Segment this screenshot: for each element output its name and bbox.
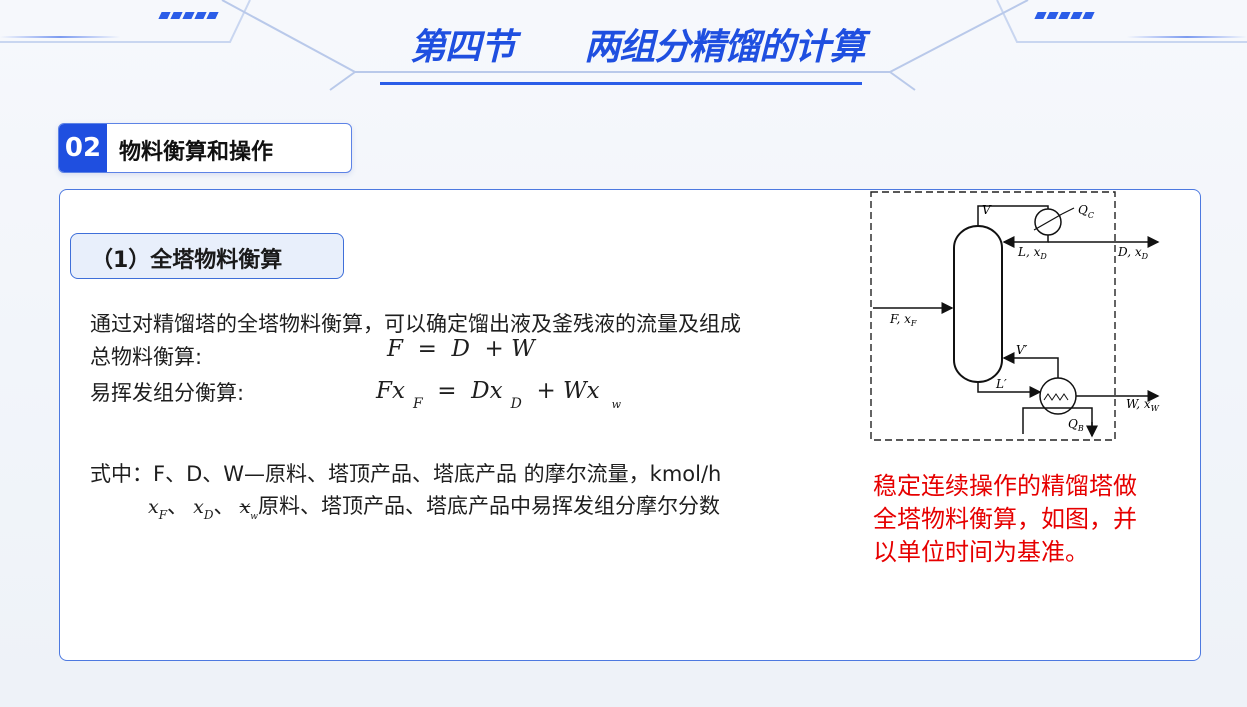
bottoms-line bbox=[977, 382, 1042, 398]
column-shell bbox=[953, 225, 1003, 383]
label-d-xd-main: D, x bbox=[1117, 245, 1142, 259]
section-title: 物料衡算和操作 bbox=[119, 140, 274, 165]
label-qb-main: Q bbox=[1068, 417, 1078, 431]
label-w-xw-sub: W bbox=[1151, 404, 1160, 413]
symbol-xw-sub: w bbox=[250, 512, 259, 522]
symbol-xd: x bbox=[193, 496, 204, 518]
section-tab: 02 物料衡算和操作 bbox=[58, 123, 352, 173]
label-w-xw: W, xW bbox=[1126, 397, 1160, 413]
eq-term-wx: + Wx bbox=[521, 378, 600, 404]
label-qb: QB bbox=[1068, 417, 1084, 433]
separator-2: 、 bbox=[213, 494, 235, 518]
distillation-column-diagram: V QC L, xD D, xD F, xF V′ L′ W, xW QB bbox=[868, 190, 1168, 449]
total-balance-label: 总物料衡算: bbox=[90, 345, 203, 369]
label-d-xd: D, xD bbox=[1117, 245, 1149, 261]
label-v: V bbox=[982, 203, 992, 217]
label-l-prime: L′ bbox=[995, 377, 1007, 391]
header-bar: 第四节 两组分精馏的计算 bbox=[0, 0, 1247, 95]
label-l-xd-sub: D bbox=[1039, 252, 1047, 261]
label-qc-main: Q bbox=[1078, 203, 1088, 217]
symbol-xw: x bbox=[239, 496, 251, 518]
label-l-xd: L, xD bbox=[1017, 245, 1047, 261]
subsection-title: （1）全塔物料衡算 bbox=[91, 248, 283, 273]
volatile-balance-label: 易挥发组分衡算: bbox=[90, 381, 245, 405]
symbol-xf-sub: F bbox=[158, 508, 168, 522]
eq-sub-d: D bbox=[510, 396, 522, 412]
label-qb-sub: B bbox=[1077, 424, 1084, 433]
subsection-tab: （1）全塔物料衡算 bbox=[70, 233, 344, 279]
definition-line-1: 式中：F、D、W—原料、塔顶产品、塔底产品 的摩尔流量，kmol/h bbox=[90, 462, 722, 486]
total-balance-equation: F = D + W bbox=[387, 336, 535, 362]
label-f-xf-main: F, x bbox=[889, 312, 911, 326]
note-line-2: 全塔物料衡算，如图，并 bbox=[873, 505, 1137, 533]
definition-line-2: xF、 xD、 xw原料、塔顶产品、塔底产品中易挥发组分摩尔分数 bbox=[148, 490, 721, 522]
label-f-xf: F, xF bbox=[889, 312, 917, 328]
symbol-xd-sub: D bbox=[203, 508, 214, 522]
volatile-balance-equation: Fx F = Dx D + Wx w bbox=[376, 378, 621, 412]
label-l-xd-main: L, x bbox=[1017, 245, 1041, 259]
intro-text: 通过对精馏塔的全塔物料衡算，可以确定馏出液及釜残液的流量及组成 bbox=[90, 312, 741, 336]
note-line-3: 以单位时间为基准。 bbox=[873, 538, 1089, 566]
label-v-prime: V′ bbox=[1016, 343, 1028, 357]
boilup-line bbox=[1002, 352, 1059, 378]
column-schematic: V QC L, xD D, xD F, xF V′ L′ W, xW QB bbox=[870, 191, 1160, 441]
label-f-xf-sub: F bbox=[910, 319, 917, 328]
header-stripes-left bbox=[158, 12, 219, 19]
eq-term-fx: Fx bbox=[376, 378, 405, 404]
label-d-xd-sub: D bbox=[1141, 252, 1149, 261]
label-w-xw-main: W, x bbox=[1126, 397, 1151, 411]
label-qc: QC bbox=[1078, 203, 1094, 220]
separator-1: 、 bbox=[167, 494, 189, 518]
reflux-line bbox=[1002, 235, 1049, 248]
eq-term-dx: = Dx bbox=[422, 378, 503, 404]
eq-sub-w: w bbox=[611, 398, 622, 411]
note-line-1: 稳定连续操作的精馏塔做 bbox=[873, 472, 1137, 500]
header-stripes-right bbox=[1034, 12, 1095, 19]
label-qc-sub: C bbox=[1088, 211, 1094, 220]
eq-sub-f: F bbox=[412, 396, 423, 412]
red-note: 稳定连续操作的精馏塔做 全塔物料衡算，如图，并 以单位时间为基准。 bbox=[873, 470, 1137, 569]
symbol-xf: x bbox=[148, 496, 159, 518]
page-title: 第四节 两组分精馏的计算 bbox=[410, 27, 865, 68]
definition-text: 原料、塔顶产品、塔底产品中易挥发组分摩尔分数 bbox=[258, 494, 721, 518]
section-number: 02 bbox=[59, 124, 107, 172]
